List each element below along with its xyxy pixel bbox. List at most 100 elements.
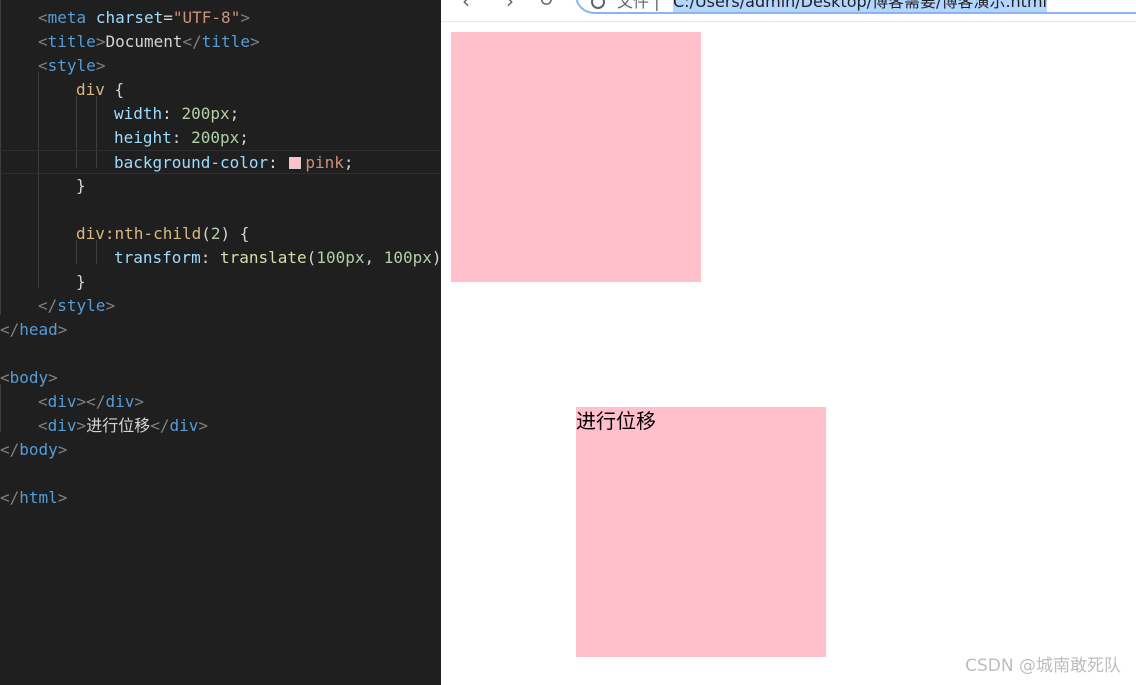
code-token: ; — [343, 153, 354, 172]
address-url[interactable]: C:/Users/admin/Desktop/博客需要/博客演示.html — [673, 0, 1047, 12]
code-token: > — [48, 368, 58, 387]
code-token: 2 — [210, 224, 221, 243]
code-token: > — [95, 56, 106, 75]
code-token: > — [76, 416, 87, 435]
code-token: </ — [0, 488, 20, 507]
code-line[interactable]: background-color: pink; — [0, 150, 441, 174]
code-token: Document — [105, 32, 183, 51]
code-token: : — [162, 104, 182, 123]
code-token: : — [268, 153, 288, 172]
address-bar[interactable]: 文件 | C:/Users/admin/Desktop/博客需要/博客演示.ht… — [575, 0, 1136, 14]
code-token: > — [57, 488, 68, 507]
code-token: transform — [114, 248, 201, 267]
code-line[interactable]: transform: translate(100px, 100px) — [0, 246, 441, 270]
code-line[interactable]: div:nth-child(2) { — [0, 222, 249, 246]
code-token: : — [171, 128, 192, 147]
code-token: div — [47, 392, 77, 411]
code-token: > — [134, 392, 144, 411]
code-line[interactable]: height: 200px; — [0, 126, 249, 150]
code-token: </ — [150, 416, 170, 435]
code-token: title — [47, 32, 96, 51]
code-token: pink — [305, 153, 344, 172]
code-token: < — [38, 392, 48, 411]
code-token: > — [198, 416, 209, 435]
forward-icon[interactable]: › — [501, 0, 519, 11]
code-line[interactable]: div { — [0, 78, 124, 102]
code-line[interactable]: <title>Document</title> — [0, 30, 260, 54]
pink-box-1 — [451, 32, 701, 282]
code-token: = — [163, 8, 173, 27]
code-line[interactable]: </body> — [0, 438, 67, 462]
code-line[interactable]: <meta charset="UTF-8"> — [0, 6, 250, 30]
code-editor[interactable]: <meta charset="UTF-8"> <title>Document</t… — [0, 0, 441, 685]
code-token: </ — [182, 32, 202, 51]
code-line[interactable]: } — [0, 174, 86, 198]
code-token: div — [105, 392, 135, 411]
code-token: translate — [219, 248, 307, 267]
code-token: 100px — [316, 248, 365, 267]
code-token: 进行位移 — [86, 416, 151, 435]
code-token: > — [240, 8, 250, 27]
code-token: > — [95, 32, 106, 51]
browser-toolbar: ‹ › ↻ 文件 | C:/Users/admin/Desktop/博客需要/博… — [441, 0, 1136, 22]
code-token: ( — [306, 248, 317, 267]
info-icon[interactable] — [591, 0, 605, 9]
code-token: ( — [201, 224, 211, 243]
watermark: CSDN @城南敢死队 — [965, 656, 1121, 676]
reload-icon[interactable]: ↻ — [537, 0, 555, 10]
code-token: < — [38, 32, 48, 51]
code-token: 100px — [383, 248, 432, 267]
code-line[interactable]: <div></div> — [0, 390, 144, 414]
code-token: div:nth-child — [76, 224, 202, 243]
code-token: </ — [38, 296, 58, 315]
code-token: < — [38, 56, 48, 75]
code-token: body — [19, 440, 58, 459]
code-token: div — [47, 416, 77, 435]
code-token: </ — [0, 440, 20, 459]
code-line[interactable]: <style> — [0, 54, 105, 78]
code-token: ) — [431, 248, 441, 267]
code-token: ; — [229, 104, 240, 123]
code-line[interactable]: </style> — [0, 294, 115, 318]
code-token: 200px — [191, 128, 240, 147]
code-token: } — [76, 176, 86, 195]
code-token: background-color — [114, 153, 269, 172]
box-text: 进行位移 — [576, 409, 656, 433]
code-token: width — [114, 104, 163, 123]
address-scheme-label: 文件 | — [617, 0, 660, 11]
code-line[interactable]: <div>进行位移</div> — [0, 414, 208, 438]
code-token: height — [114, 128, 172, 147]
code-token: { — [104, 80, 125, 99]
code-token: > — [57, 440, 68, 459]
code-token: "UTF-8" — [172, 8, 241, 27]
code-token: body — [9, 368, 49, 387]
code-line[interactable]: } — [0, 270, 86, 294]
code-token: < — [38, 416, 48, 435]
color-swatch-icon[interactable] — [289, 157, 302, 169]
code-line[interactable]: width: 200px; — [0, 102, 239, 126]
code-token: > — [105, 296, 116, 315]
code-token: head — [19, 320, 58, 339]
code-token: < — [38, 8, 48, 27]
code-token: html — [19, 488, 58, 507]
code-token: ></ — [76, 392, 106, 411]
code-token: } — [76, 272, 86, 291]
code-token: , — [364, 248, 384, 267]
code-token: < — [0, 368, 10, 387]
code-token: </ — [0, 320, 20, 339]
code-token: div — [76, 80, 105, 99]
code-token: style — [47, 56, 96, 75]
code-line[interactable]: <body> — [0, 366, 58, 390]
code-line[interactable]: </head> — [0, 318, 67, 342]
back-icon[interactable]: ‹ — [457, 0, 475, 11]
code-token: charset — [95, 8, 164, 27]
pink-box-2-translated: 进行位移 — [576, 407, 826, 657]
code-token: > — [57, 320, 68, 339]
code-token: ) { — [220, 224, 250, 243]
code-token: div — [169, 416, 199, 435]
code-token: style — [57, 296, 106, 315]
code-line[interactable]: </html> — [0, 486, 67, 510]
code-token: meta — [47, 8, 87, 27]
browser-window: ‹ › ↻ 文件 | C:/Users/admin/Desktop/博客需要/博… — [441, 0, 1136, 685]
